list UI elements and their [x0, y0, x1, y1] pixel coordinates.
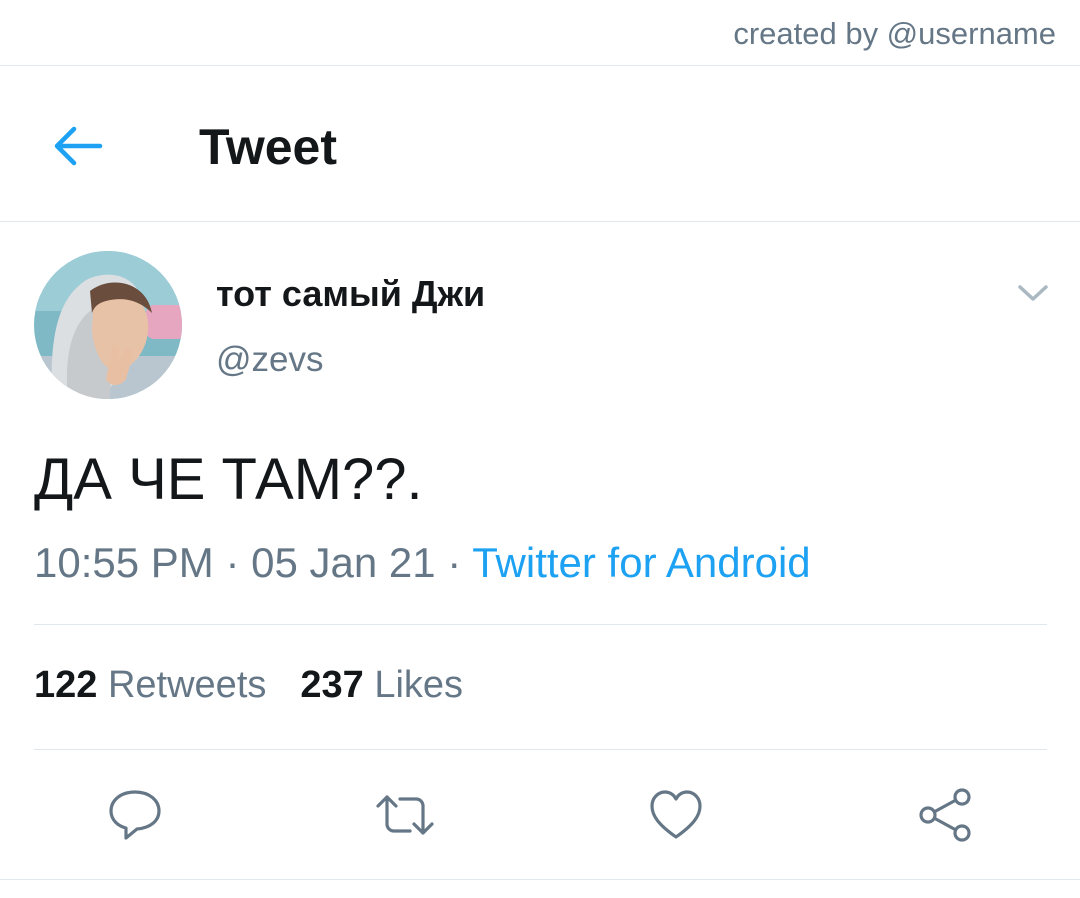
chevron-down-icon: [1018, 285, 1048, 301]
page-title: Tweet: [199, 119, 337, 175]
tweet-time: 10:55 PM: [34, 539, 214, 586]
credit-bar: created by @username: [0, 0, 1080, 66]
tweet-text: ДА ЧЕ ТАМ??.: [34, 447, 423, 512]
like-button[interactable]: [647, 786, 705, 844]
display-name[interactable]: тот самый Джи: [216, 273, 485, 315]
retweets-count: 122: [34, 664, 98, 706]
avatar-image: [34, 251, 182, 399]
divider: [0, 879, 1080, 880]
divider: [34, 624, 1047, 625]
likes-stat[interactable]: 237 Likes: [300, 664, 463, 706]
reply-icon: [109, 790, 161, 840]
avatar[interactable]: [34, 251, 182, 399]
retweets-stat[interactable]: 122 Retweets: [34, 664, 266, 706]
tweet-meta: 10:55 PM · 05 Jan 21 · Twitter for Andro…: [34, 539, 811, 587]
share-button[interactable]: [916, 786, 974, 844]
tweet-stats: 122 Retweets 237 Likes: [34, 664, 463, 707]
tweet-source-link[interactable]: Twitter for Android: [472, 539, 810, 586]
tweet-header: Tweet: [0, 66, 1080, 222]
share-icon: [919, 788, 971, 842]
retweet-button[interactable]: [374, 786, 434, 844]
likes-label: Likes: [374, 664, 464, 706]
credit-text: created by @username: [733, 16, 1056, 51]
reply-button[interactable]: [106, 786, 164, 844]
meta-separator: ·: [435, 539, 473, 586]
tweet-date: 05 Jan 21: [251, 539, 436, 586]
back-button[interactable]: [50, 123, 104, 169]
retweet-icon: [376, 795, 434, 835]
user-handle[interactable]: @zevs: [216, 340, 324, 380]
meta-separator: ·: [213, 539, 252, 586]
more-options-button[interactable]: [1014, 280, 1052, 306]
arrow-left-icon: [54, 126, 103, 166]
likes-count: 237: [300, 664, 364, 706]
divider: [34, 749, 1047, 750]
like-icon: [650, 790, 702, 839]
retweets-label: Retweets: [107, 664, 267, 706]
